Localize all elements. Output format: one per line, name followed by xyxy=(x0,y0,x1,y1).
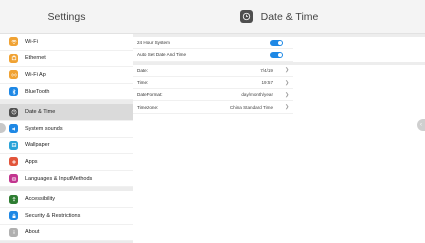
sidebar-item-about[interactable]: About xyxy=(0,225,133,242)
sidebar-group-device: Date & Time System sounds Wallpaper Apps… xyxy=(0,104,133,188)
wifi-icon xyxy=(9,37,18,47)
lock-icon xyxy=(9,211,18,221)
sidebar-item-wifi[interactable]: Wi-Fi xyxy=(0,34,133,51)
chevron-right-icon: ❯ xyxy=(285,104,290,111)
setting-label: Timezone: xyxy=(137,104,159,110)
sidebar-item-label: About xyxy=(25,229,40,236)
language-icon xyxy=(9,174,18,184)
chevron-right-icon: ❯ xyxy=(285,79,290,86)
setting-row-time[interactable]: Time: 19:57 ❯ xyxy=(133,77,293,90)
main-header: Date & Time xyxy=(133,0,425,34)
sidebar-item-bluetooth[interactable]: BlueTooth xyxy=(0,84,133,101)
sidebar-item-ethernet[interactable]: Ethernet xyxy=(0,51,133,68)
setting-label: Time: xyxy=(137,80,149,86)
setting-value: 7/4/19 xyxy=(260,67,273,73)
setting-row-24-hour[interactable]: 24 Hour System xyxy=(133,37,293,50)
page-title: Date & Time xyxy=(260,10,319,23)
sidebar-item-accessibility[interactable]: Accessibility xyxy=(0,191,133,208)
sidebar-item-system-sounds[interactable]: System sounds xyxy=(0,121,133,138)
sidebar-item-label: Apps xyxy=(25,158,38,165)
sidebar-item-label: Accessibility xyxy=(25,196,55,203)
bluetooth-icon xyxy=(9,87,18,97)
sidebar-item-languages[interactable]: Languages & InputMethods xyxy=(0,171,133,188)
sidebar-item-label: Security & Restrictions xyxy=(25,212,81,219)
hotspot-icon xyxy=(9,70,18,80)
edge-swipe-handle[interactable]: ‹ xyxy=(417,119,425,131)
wallpaper-icon xyxy=(9,140,18,150)
sidebar-item-label: Wallpaper xyxy=(25,142,50,149)
setting-label: DateFormat: xyxy=(137,92,163,98)
setting-label: Auto Set Date And Time xyxy=(137,52,187,58)
setting-row-date-format[interactable]: DateFormat: day/month/year ❯ xyxy=(133,89,293,102)
chevron-left-icon: ‹ xyxy=(420,122,422,128)
toggle-auto-time[interactable] xyxy=(270,51,283,58)
sidebar-item-label: Date & Time xyxy=(25,109,56,116)
sidebar-item-security[interactable]: Security & Restrictions xyxy=(0,208,133,225)
info-icon xyxy=(9,227,18,237)
sidebar-item-label: Ethernet xyxy=(25,55,46,62)
sidebar-title: Settings xyxy=(0,0,133,34)
sidebar-item-date-time[interactable]: Date & Time xyxy=(0,104,133,121)
sidebar-item-wifi-ap[interactable]: Wi-Fi Ap xyxy=(0,67,133,84)
accessibility-icon xyxy=(9,194,18,204)
setting-value: China Standard Time xyxy=(229,104,273,110)
clock-icon xyxy=(9,107,18,117)
sidebar-group-system: Accessibility Security & Restrictions Ab… xyxy=(0,191,133,242)
speaker-icon xyxy=(9,124,18,134)
sidebar-group-network: Wi-Fi Ethernet Wi-Fi Ap BlueTooth xyxy=(0,34,133,101)
settings-sidebar: Settings Wi-Fi Ethernet Wi-Fi Ap BlueToo… xyxy=(0,0,133,243)
clock-icon xyxy=(239,10,253,23)
sidebar-item-wallpaper[interactable]: Wallpaper xyxy=(0,138,133,155)
setting-value: 19:57 xyxy=(261,80,274,86)
setting-row-date[interactable]: Date: 7/4/19 ❯ xyxy=(133,65,293,77)
chevron-right-icon: ❯ xyxy=(285,91,290,98)
toggle-24-hour[interactable] xyxy=(270,39,283,46)
setting-label: 24 Hour System xyxy=(137,40,170,46)
sidebar-item-label: Languages & InputMethods xyxy=(25,175,93,182)
sidebar-item-label: Wi-Fi xyxy=(25,38,38,45)
sidebar-item-apps[interactable]: Apps xyxy=(0,154,133,171)
sidebar-item-label: System sounds xyxy=(25,125,63,132)
setting-row-timezone[interactable]: Timezone: China Standard Time ❯ xyxy=(133,101,293,114)
date-time-panel: Date & Time 24 Hour System Auto Set Date… xyxy=(133,0,425,243)
setting-label: Date: xyxy=(137,67,148,73)
setting-value: day/month/year xyxy=(241,92,273,98)
ethernet-icon xyxy=(9,53,18,63)
sidebar-item-label: Wi-Fi Ap xyxy=(25,71,46,78)
sidebar-item-label: BlueTooth xyxy=(25,88,50,95)
setting-row-auto-time[interactable]: Auto Set Date And Time xyxy=(133,49,293,62)
chevron-right-icon: ❯ xyxy=(285,67,290,74)
apps-icon xyxy=(9,157,18,167)
